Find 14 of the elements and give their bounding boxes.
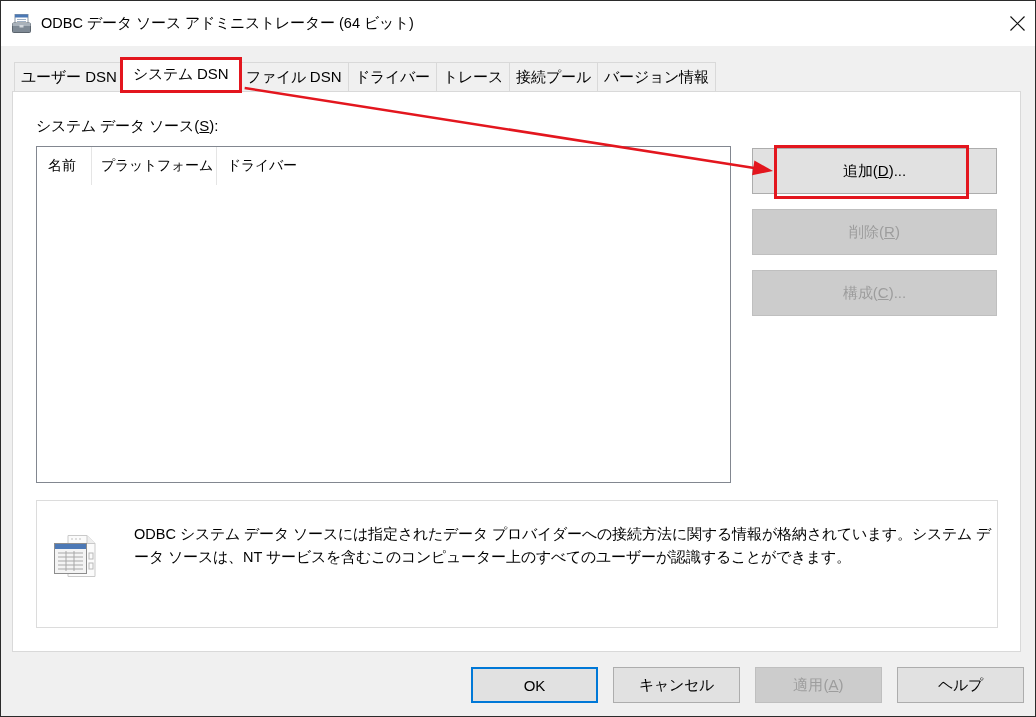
column-header[interactable]: ドライバー bbox=[217, 147, 300, 185]
dialog-button[interactable]: キャンセル bbox=[613, 667, 740, 703]
column-header[interactable]: 名前 bbox=[37, 147, 92, 185]
window-title: ODBC データ ソース アドミニストレーター (64 ビット) bbox=[41, 14, 414, 33]
column-header[interactable]: プラットフォーム bbox=[92, 147, 217, 185]
data-source-list[interactable]: 名前 プラットフォーム ドライバー bbox=[36, 146, 731, 483]
dialog-button[interactable]: OK bbox=[471, 667, 598, 703]
action-button[interactable]: 追加(D)... bbox=[752, 148, 997, 194]
tab[interactable]: バージョン情報 bbox=[596, 62, 716, 91]
description-text: ODBC システム データ ソースには指定されたデータ プロバイダーへの接続方法に関する情報が格納されています。システム データ ソースは、NT サービスを含むこのコンピューター上のすべてのユーザーが認識することができます。 bbox=[134, 525, 993, 567]
close-icon bbox=[1009, 16, 1025, 31]
toolbox-icon bbox=[12, 14, 31, 33]
list-label: システム データ ソース(S): bbox=[36, 116, 219, 136]
dialog-button[interactable]: ヘルプ bbox=[897, 667, 1024, 703]
